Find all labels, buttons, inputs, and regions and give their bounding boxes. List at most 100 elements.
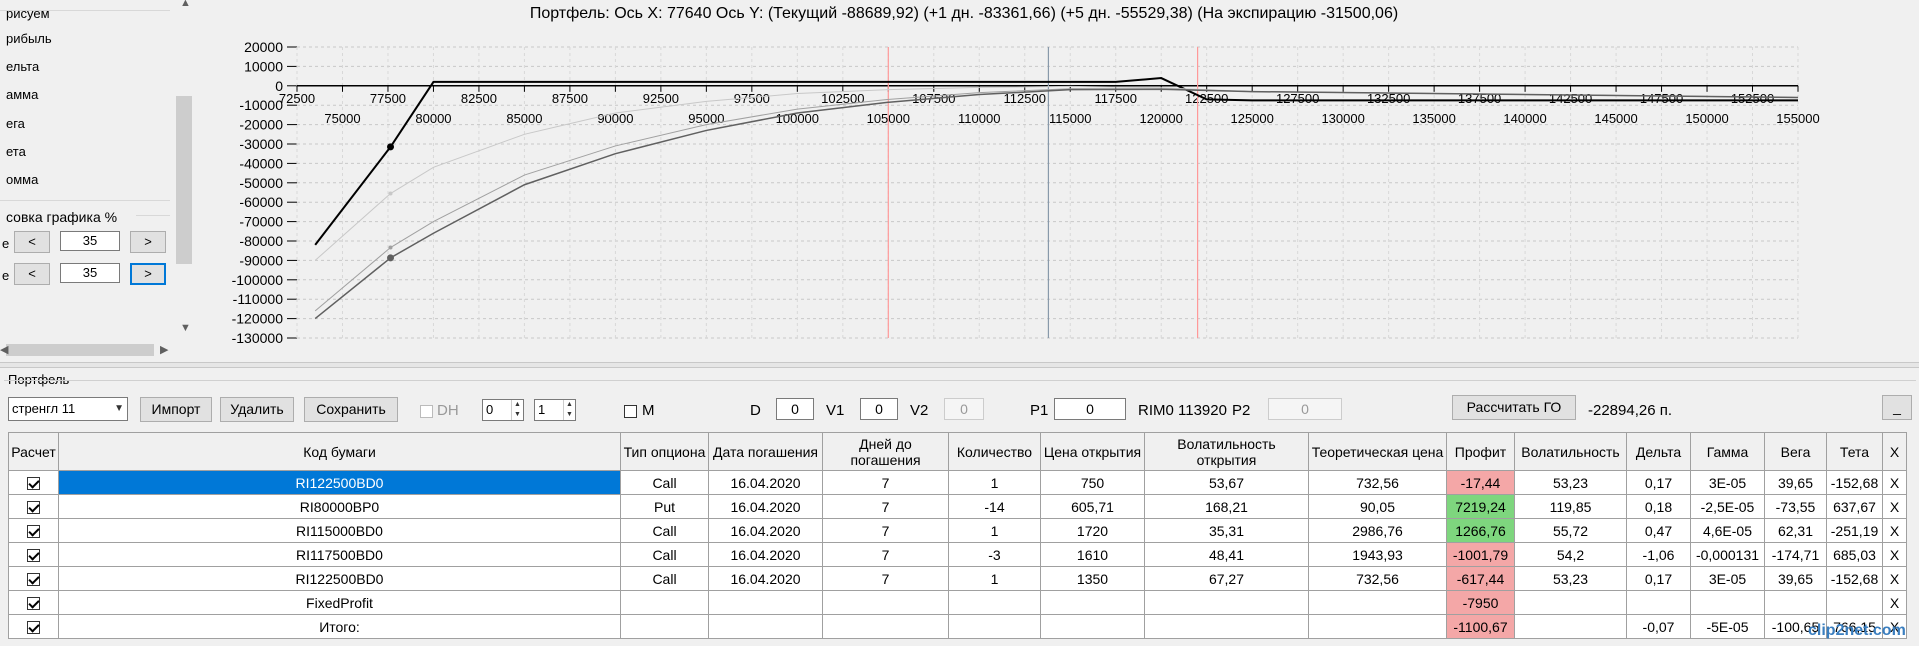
table-cell: 7 xyxy=(822,494,949,519)
row-checkbox[interactable] xyxy=(27,477,40,491)
x-tick-label-bottom: 130000 xyxy=(1321,111,1364,126)
table-cell[interactable]: RI117500BD0 xyxy=(58,542,621,567)
table-cell[interactable]: RI115000BD0 xyxy=(58,518,621,543)
column-header[interactable]: Дней до погашения xyxy=(822,432,949,471)
payoff-chart[interactable]: 20000100000-10000-20000-30000-40000-5000… xyxy=(196,0,1919,362)
calc-cell[interactable] xyxy=(8,590,59,615)
option-delta[interactable]: ельта xyxy=(6,59,39,74)
v1-field[interactable]: 0 xyxy=(860,398,898,420)
table-cell[interactable]: Итого: xyxy=(58,614,621,639)
panel-splitter[interactable] xyxy=(0,362,1919,368)
spin-down-icon[interactable]: ▼ xyxy=(511,410,523,420)
option-theta[interactable]: ета xyxy=(6,144,26,159)
row1-increase-button[interactable]: > xyxy=(130,231,166,253)
row2-increase-button[interactable]: > xyxy=(130,263,166,285)
calculate-go-button[interactable]: Рассчитать ГО xyxy=(1452,395,1576,420)
scroll-left-icon[interactable]: ◀ xyxy=(0,343,8,356)
column-header[interactable]: Волатильность xyxy=(1514,432,1627,471)
dh-checkbox[interactable] xyxy=(420,405,433,418)
column-header[interactable]: Тета xyxy=(1826,432,1883,471)
series-marker-current xyxy=(387,254,395,262)
table-cell: 732,56 xyxy=(1308,566,1447,591)
scroll-down-icon[interactable]: ▼ xyxy=(180,322,191,334)
column-header[interactable]: Вега xyxy=(1764,432,1827,471)
table-row[interactable]: RI117500BD0 Call 16.04.2020 7 -3 1610 48,41 194… xyxy=(8,542,1907,567)
row-checkbox[interactable] xyxy=(27,549,40,563)
scroll-up-icon[interactable]: ▲ xyxy=(180,0,191,9)
column-header[interactable]: Тип опциона xyxy=(620,432,709,471)
table-row[interactable]: FixedProfit -7950 X xyxy=(8,590,1907,615)
table-row[interactable]: RI80000BP0 Put 16.04.2020 7 -14 605,71 168,21 9… xyxy=(8,494,1907,519)
delete-row-button[interactable]: X xyxy=(1882,590,1907,615)
option-profit[interactable]: рибыль xyxy=(6,31,52,46)
p1-field[interactable]: 0 xyxy=(1054,398,1126,420)
minimize-button[interactable]: _ xyxy=(1882,395,1912,420)
spin-up-icon[interactable]: ▲ xyxy=(511,400,523,410)
x-tick-label-top: 147500 xyxy=(1640,91,1683,106)
delete-row-button[interactable]: X xyxy=(1882,518,1907,543)
column-header[interactable]: Цена открытия xyxy=(1040,432,1145,471)
table-cell: Call xyxy=(620,470,709,495)
table-cell: 16.04.2020 xyxy=(708,566,823,591)
column-header[interactable]: Гамма xyxy=(1690,432,1765,471)
spin-field-1[interactable]: 0 ▲ ▼ xyxy=(482,399,524,421)
calc-cell[interactable] xyxy=(8,566,59,591)
table-cell[interactable]: RI80000BP0 xyxy=(58,494,621,519)
option-vomma[interactable]: омма xyxy=(6,172,38,187)
save-button[interactable]: Сохранить xyxy=(304,397,398,422)
column-header[interactable]: X xyxy=(1882,432,1907,471)
column-header[interactable]: Дельта xyxy=(1626,432,1691,471)
row-checkbox[interactable] xyxy=(27,621,40,635)
p2-field[interactable]: 0 xyxy=(1268,398,1342,420)
delete-row-button[interactable]: X xyxy=(1882,494,1907,519)
left-horizontal-scroll-thumb[interactable] xyxy=(6,344,154,356)
table-cell[interactable]: FixedProfit xyxy=(58,590,621,615)
delete-row-button[interactable]: X xyxy=(1882,542,1907,567)
option-gamma[interactable]: амма xyxy=(6,87,38,102)
column-header[interactable]: Профит xyxy=(1446,432,1515,471)
table-row[interactable]: RI115000BD0 Call 16.04.2020 7 1 1720 35,31 2986… xyxy=(8,518,1907,543)
table-row[interactable]: RI122500BD0 Call 16.04.2020 7 1 1350 67,27 732,… xyxy=(8,566,1907,591)
column-header[interactable]: Код бумаги xyxy=(58,432,621,471)
row2-value-field[interactable]: 35 xyxy=(60,263,120,283)
spin-up-icon[interactable]: ▲ xyxy=(563,400,575,410)
series-marker-expiry xyxy=(387,143,395,151)
column-header[interactable]: Количество xyxy=(948,432,1041,471)
column-header[interactable]: Волатильность открытия xyxy=(1144,432,1309,471)
table-cell[interactable]: RI122500BD0 xyxy=(58,470,621,495)
spin-field-2[interactable]: 1 ▲ ▼ xyxy=(534,399,576,421)
row1-decrease-button[interactable]: < xyxy=(14,231,50,253)
calc-cell[interactable] xyxy=(8,494,59,519)
row-checkbox[interactable] xyxy=(27,573,40,587)
table-row[interactable]: Итого: -1100,67 -0,07 -5E-05 -100,65 766,15 X xyxy=(8,614,1907,639)
delete-button[interactable]: Удалить xyxy=(220,397,294,422)
table-cell: -73,55 xyxy=(1764,494,1827,519)
delete-row-button[interactable]: X xyxy=(1882,566,1907,591)
delete-row-button[interactable]: X xyxy=(1882,470,1907,495)
row-checkbox[interactable] xyxy=(27,501,40,515)
row1-value-field[interactable]: 35 xyxy=(60,231,120,251)
calc-cell[interactable] xyxy=(8,614,59,639)
column-header[interactable]: Теоретическая цена xyxy=(1308,432,1447,471)
option-vega[interactable]: ега xyxy=(6,116,25,131)
calc-cell[interactable] xyxy=(8,470,59,495)
spin-down-icon[interactable]: ▼ xyxy=(563,410,575,420)
calc-cell[interactable] xyxy=(8,518,59,543)
column-header[interactable]: Дата погашения xyxy=(708,432,823,471)
left-vertical-scroll-thumb[interactable] xyxy=(176,96,192,264)
d-field[interactable]: 0 xyxy=(776,398,814,420)
v2-field[interactable]: 0 xyxy=(944,398,984,420)
table-cell[interactable]: RI122500BD0 xyxy=(58,566,621,591)
calc-cell[interactable] xyxy=(8,542,59,567)
column-header[interactable]: Расчет xyxy=(8,432,59,471)
import-button[interactable]: Импорт xyxy=(140,397,212,422)
row2-decrease-button[interactable]: < xyxy=(14,263,50,285)
table-cell: 1943,93 xyxy=(1308,542,1447,567)
table-row[interactable]: RI122500BD0 Call 16.04.2020 7 1 750 53,67 732,5… xyxy=(8,470,1907,495)
row-checkbox[interactable] xyxy=(27,525,40,539)
m-checkbox[interactable] xyxy=(624,405,637,418)
row-checkbox[interactable] xyxy=(27,597,40,611)
portfolio-select[interactable]: стренгл 11 ▼ xyxy=(8,397,128,421)
table-cell: 7 xyxy=(822,518,949,543)
scroll-right-icon[interactable]: ▶ xyxy=(160,343,168,356)
